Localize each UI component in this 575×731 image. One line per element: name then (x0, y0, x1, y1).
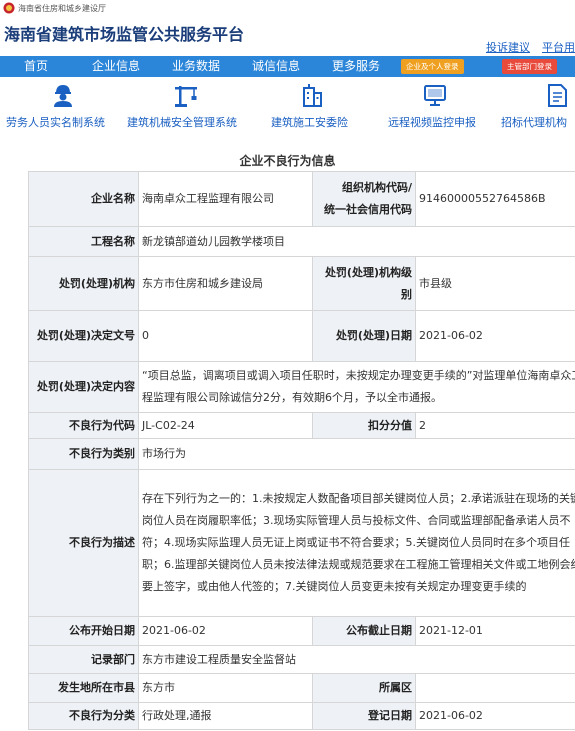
document-icon (548, 84, 567, 107)
service-remote-video[interactable]: 远程视频监控申报 (375, 77, 495, 133)
table-row: 企业名称 海南卓众工程监理有限公司 组织机构代码/统一社会信用代码 914600… (28, 171, 575, 227)
record-dept-label: 记录部门 (28, 645, 139, 674)
table-row: 处罚(处理)决定内容 “项目总监，调离项目或调入项目任职时，未按规定办理变更手续… (28, 361, 575, 413)
worker-icon (54, 85, 72, 107)
main-nav: 首页 企业信息 业务数据 诚信信息 更多服务 企业及个人登录 主管部门登录 (0, 56, 575, 77)
authority-level-label: 处罚(处理)机构级别 (312, 256, 416, 311)
site-title: 海南省建筑市场监管公共服务平台 (4, 25, 245, 44)
register-date-label: 登记日期 (312, 702, 416, 730)
description-label: 不良行为描述 (28, 469, 139, 617)
publish-end-label: 公布截止日期 (312, 616, 416, 646)
district-label: 所属区 (312, 673, 416, 703)
district-value (415, 673, 575, 703)
emblem-icon (3, 2, 15, 14)
section-title: 企业不良行为信息 (239, 154, 336, 168)
service-machinery-safety[interactable]: 建筑机械安全管理系统 (125, 77, 255, 133)
service-label: 建筑机械安全管理系统 (127, 116, 237, 129)
table-row: 不良行为分类 行政处理,通报 登记日期 2021-06-02 (28, 702, 575, 730)
decision-no-value: 0 (138, 310, 313, 362)
org-code-label: 组织机构代码/统一社会信用代码 (312, 171, 416, 227)
service-bidding-agency[interactable]: 招标代理机构 (495, 77, 575, 133)
org-code-label-line1: 组织机构代码/ (341, 181, 412, 194)
nav-business-data[interactable]: 业务数据 (172, 56, 220, 77)
service-label: 建筑施工安委险 (271, 116, 348, 129)
decision-date-label: 处罚(处理)日期 (312, 310, 416, 362)
top-links: 投诉建议 平台用 (474, 39, 575, 55)
table-row: 不良行为描述 存在下列行为之一的：1.未按规定人数配备项目部关键岗位人员；2.承… (28, 469, 575, 617)
publish-start-label: 公布开始日期 (28, 616, 139, 646)
table-row: 记录部门 东方市建设工程质量安全监督站 (28, 645, 575, 674)
project-label: 工程名称 (28, 226, 139, 257)
city-label: 发生地所在市县 (28, 673, 139, 703)
table-row: 不良行为代码 JL-C02-24 扣分分值 2 (28, 412, 575, 439)
crane-icon (175, 86, 197, 107)
authority-label: 处罚(处理)机构 (28, 256, 139, 311)
class-label: 不良行为分类 (28, 702, 139, 730)
city-value: 东方市 (138, 673, 313, 703)
dept-login-button[interactable]: 主管部门登录 (502, 59, 557, 74)
deduction-label: 扣分分值 (312, 412, 416, 439)
decision-date-value: 2021-06-02 (415, 310, 575, 362)
deduction-value: 2 (415, 412, 575, 439)
table-row: 处罚(处理)决定文号 0 处罚(处理)日期 2021-06-02 (28, 310, 575, 362)
table-row: 不良行为类别 市场行为 (28, 438, 575, 470)
bad-behavior-table: 企业名称 海南卓众工程监理有限公司 组织机构代码/统一社会信用代码 914600… (28, 171, 575, 730)
table-row: 公布开始日期 2021-06-02 公布截止日期 2021-12-01 (28, 616, 575, 646)
complaint-link[interactable]: 投诉建议 (486, 41, 530, 54)
service-label: 劳务人员实名制系统 (6, 116, 105, 129)
decision-content-value: “项目总监，调离项目或调入项目任职时，未按规定办理变更手续的”对监理单位海南卓众… (138, 361, 575, 413)
record-dept-value: 东方市建设工程质量安全监督站 (138, 645, 575, 674)
behavior-code-label: 不良行为代码 (28, 412, 139, 439)
table-row: 处罚(处理)机构 东方市住房和城乡建设局 处罚(处理)机构级别 市县级 (28, 256, 575, 311)
register-date-value: 2021-06-02 (415, 702, 575, 730)
enterprise-login-button[interactable]: 企业及个人登录 (401, 59, 464, 74)
company-name-value: 海南卓众工程监理有限公司 (138, 171, 313, 227)
agency-name: 海南省住房和城乡建设厅 (18, 4, 106, 13)
building-icon (303, 84, 322, 107)
nav-credit-info[interactable]: 诚信信息 (252, 56, 300, 77)
nav-home[interactable]: 首页 (24, 56, 48, 77)
category-value: 市场行为 (138, 438, 575, 470)
service-label: 招标代理机构 (501, 116, 567, 129)
publish-end-value: 2021-12-01 (415, 616, 575, 646)
publish-start-value: 2021-06-02 (138, 616, 313, 646)
decision-content-label: 处罚(处理)决定内容 (28, 361, 139, 413)
class-value: 行政处理,通报 (138, 702, 313, 730)
agency-strip: 海南省住房和城乡建设厅 (0, 0, 575, 18)
nav-more-services[interactable]: 更多服务 (332, 56, 380, 77)
authority-level-value: 市县级 (415, 256, 575, 311)
org-code-value: 91460000552764586B (415, 171, 575, 227)
monitor-icon (424, 85, 446, 106)
table-row: 工程名称 新龙镇部道幼儿园教学楼项目 (28, 226, 575, 257)
nav-enterprise-info[interactable]: 企业信息 (92, 56, 140, 77)
org-code-label-line2: 统一社会信用代码 (324, 203, 412, 216)
service-labor-realname[interactable]: 劳务人员实名制系统 (0, 77, 125, 133)
authority-value: 东方市住房和城乡建设局 (138, 256, 313, 311)
behavior-code-value: JL-C02-24 (138, 412, 313, 439)
decision-no-label: 处罚(处理)决定文号 (28, 310, 139, 362)
platform-link[interactable]: 平台用 (542, 41, 575, 54)
service-label: 远程视频监控申报 (388, 116, 476, 129)
category-label: 不良行为类别 (28, 438, 139, 470)
company-name-label: 企业名称 (28, 171, 139, 227)
service-bar: 劳务人员实名制系统 建筑机械安全管理系统 建筑施工安委险 远程视频监控申报 招标… (0, 77, 575, 133)
table-row: 发生地所在市县 东方市 所属区 (28, 673, 575, 703)
project-value: 新龙镇部道幼儿园教学楼项目 (138, 226, 575, 257)
description-value: 存在下列行为之一的：1.未按规定人数配备项目部关键岗位人员；2.承诺派驻在现场的… (138, 469, 575, 617)
service-construction-safety[interactable]: 建筑施工安委险 (255, 77, 375, 133)
